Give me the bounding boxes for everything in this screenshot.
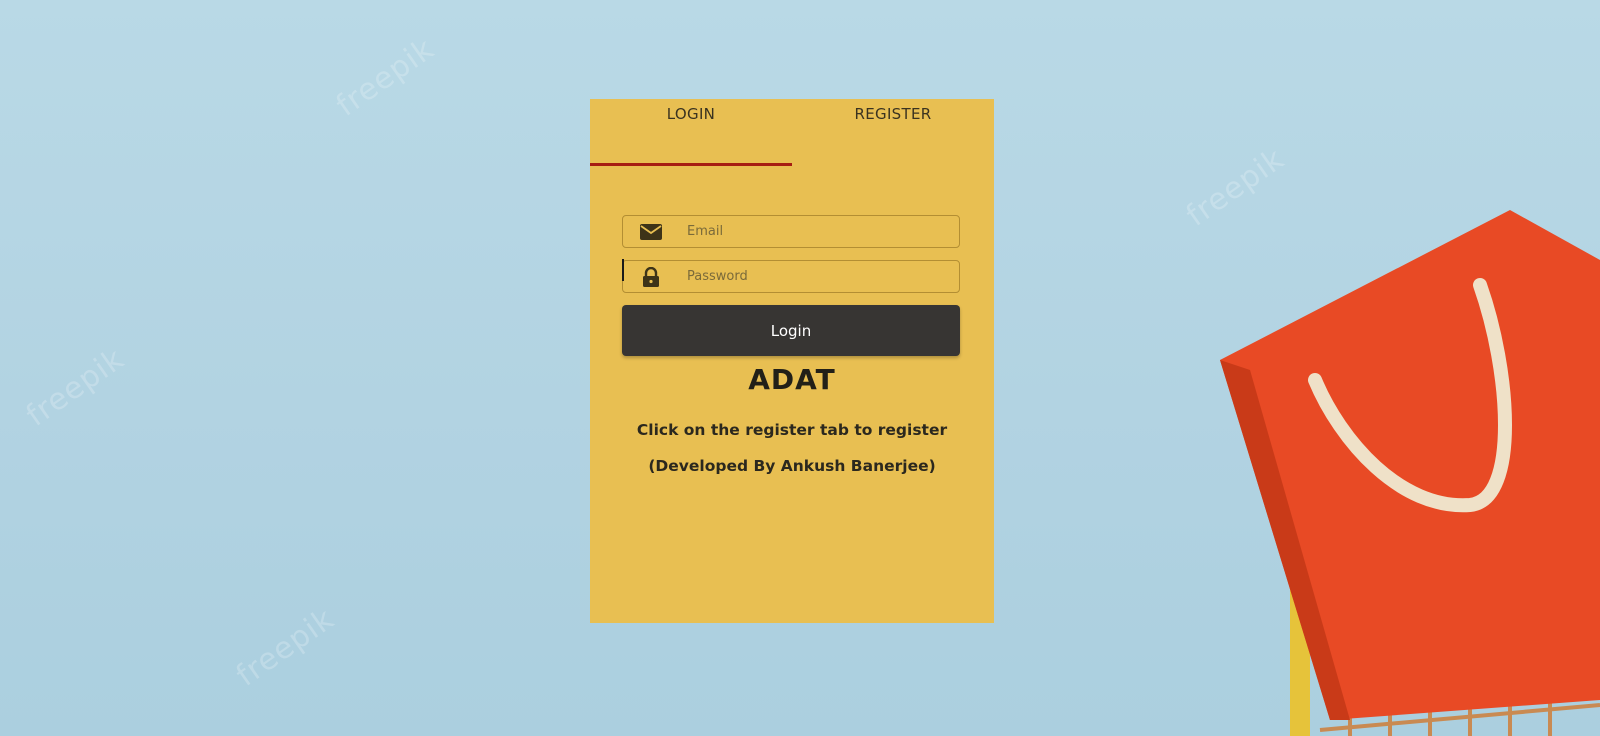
active-tab-indicator bbox=[590, 163, 792, 166]
lock-icon bbox=[643, 267, 659, 287]
developer-credit: (Developed By Ankush Banerjee) bbox=[648, 457, 936, 475]
watermark: freepik bbox=[19, 341, 131, 434]
register-hint: Click on the register tab to register bbox=[636, 421, 948, 439]
brand-title: ADAT bbox=[748, 363, 836, 396]
tab-register[interactable]: REGISTER bbox=[792, 99, 994, 167]
auth-tabs: LOGIN REGISTER bbox=[590, 99, 994, 169]
password-input[interactable] bbox=[687, 261, 947, 292]
email-input[interactable] bbox=[687, 216, 947, 247]
login-button[interactable]: Login bbox=[622, 305, 960, 356]
text-cursor bbox=[622, 259, 624, 281]
email-field[interactable] bbox=[622, 215, 960, 248]
watermark: freepik bbox=[229, 601, 341, 694]
tab-login[interactable]: LOGIN bbox=[590, 99, 792, 167]
login-card: LOGIN REGISTER Login ADAT Click on the r… bbox=[590, 99, 994, 623]
shopping-bag-image bbox=[1220, 210, 1600, 736]
watermark: freepik bbox=[329, 31, 441, 124]
password-field[interactable] bbox=[622, 260, 960, 293]
envelope-icon bbox=[640, 224, 662, 240]
